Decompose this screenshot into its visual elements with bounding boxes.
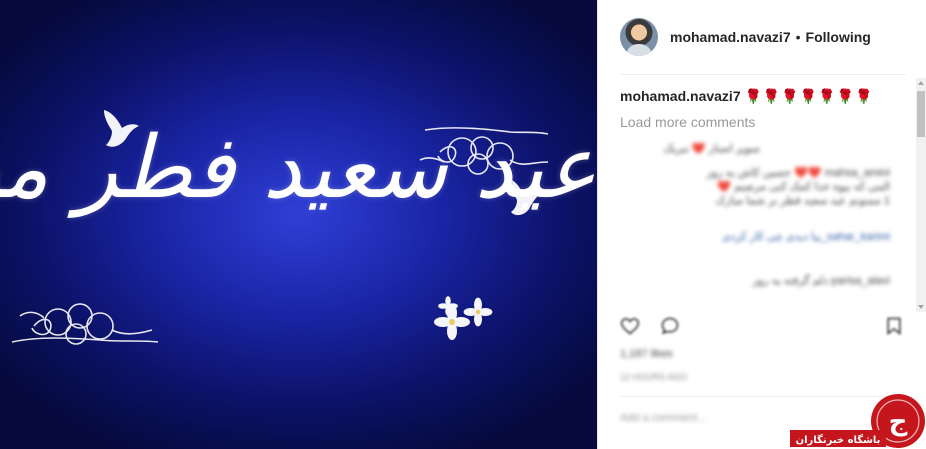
following-button[interactable]: Following	[806, 29, 871, 45]
post-actions	[620, 314, 910, 340]
comment-list: سوپر استار ❤️ تبریک mahsa_amini ❤️❤️ حسی…	[620, 142, 890, 296]
comment-row: mahsa_amini ❤️❤️ حسین کاش یه روز	[706, 167, 890, 179]
heart-icon[interactable]	[620, 316, 640, 336]
comment-row: sahar_karimi_بیا دیدی چی کار کردی	[721, 231, 890, 243]
comment-row: المی که بیوه خدا کمک کنی مرضیم ❤️	[717, 181, 890, 193]
comment-spacer	[620, 288, 890, 296]
post-image[interactable]: عید سعید فطر مبارک	[0, 0, 597, 449]
caption: mohamad.navazi7 🌹🌹🌹🌹🌹🌹🌹	[620, 86, 910, 106]
post-timestamp: 12 HOURS AGO	[620, 372, 688, 382]
comments-area: mohamad.navazi7 🌹🌹🌹🌹🌹🌹🌹 Load more commen…	[620, 86, 910, 130]
header-dot-separator: •	[795, 29, 801, 45]
watermark-logo-letter: ج	[889, 407, 908, 437]
load-more-comments-link[interactable]: Load more comments	[620, 114, 910, 130]
comment-spacer	[620, 156, 890, 166]
comment-spacer	[620, 208, 890, 230]
bookmark-icon[interactable]	[884, 316, 904, 336]
comment-icon[interactable]	[660, 316, 680, 336]
flower-ornament	[434, 296, 493, 340]
caption-text: 🌹🌹🌹🌹🌹🌹🌹	[744, 88, 874, 104]
post-sidebar: mohamad.navazi7 • Following mohamad.nava…	[598, 0, 926, 449]
scroll-up-icon[interactable]	[918, 81, 924, 85]
scroll-down-icon[interactable]	[918, 305, 924, 309]
watermark-logo: ج باشگاه خبرنگاران	[790, 394, 925, 448]
comment-row: 1 ممنونم عید سعید فطر بر شما مبارک	[715, 195, 890, 207]
greeting-calligraphy: عید سعید فطر مبارک	[0, 118, 597, 218]
comment-row: سوپر استار ❤️ تبریک	[663, 143, 760, 155]
image-decorations	[11, 110, 549, 345]
watermark-text: باشگاه خبرنگاران	[796, 433, 881, 446]
avatar[interactable]	[620, 18, 658, 56]
cloud-ornament	[11, 303, 159, 345]
comments-scrollbar[interactable]	[916, 78, 926, 312]
post-header: mohamad.navazi7 • Following	[598, 0, 926, 74]
comment-spacer	[620, 244, 890, 274]
scrollbar-thumb[interactable]	[917, 91, 925, 137]
caption-username[interactable]: mohamad.navazi7	[620, 88, 741, 104]
add-comment-input[interactable]: Add a comment...	[620, 412, 706, 424]
comment-row: parisa_alavi دلم گرفته یه روز	[752, 275, 890, 287]
header-divider	[620, 74, 906, 75]
header-username[interactable]: mohamad.navazi7	[670, 29, 791, 45]
likes-count[interactable]: 1,187 likes	[620, 348, 673, 360]
